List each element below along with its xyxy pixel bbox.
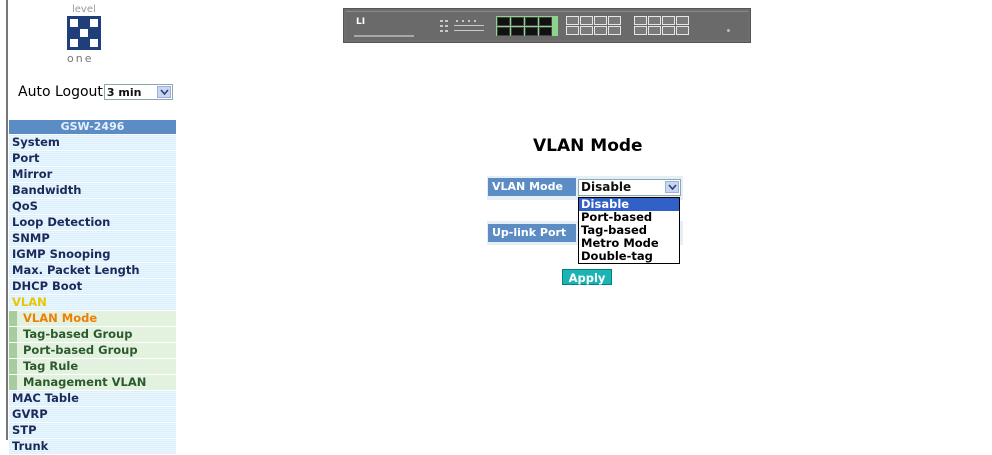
port-icon (497, 27, 510, 36)
port-icon (539, 17, 552, 26)
port-icon (580, 16, 593, 25)
port-icon (566, 16, 579, 25)
page-title: VLAN Mode (533, 136, 643, 156)
submenu-bar (9, 311, 17, 326)
menu-item-dhcp-boot[interactable]: DHCP Boot (9, 279, 176, 295)
logo-top-text: level (72, 4, 96, 15)
left-frame: level one Auto Logout 3 min GSW-2496 Sys… (0, 0, 200, 455)
menu-item-trunk[interactable]: Trunk (9, 439, 176, 455)
port-icon (580, 26, 593, 35)
menu-item-mirror[interactable]: Mirror (9, 167, 176, 183)
port-icon (594, 26, 607, 35)
chevron-down-icon[interactable] (665, 181, 679, 193)
device-model-strip (354, 35, 414, 37)
submenu-item-tag-based-group[interactable]: Tag-based Group (9, 327, 176, 343)
submenu-item-label: Tag Rule (23, 359, 79, 373)
submenu-item-vlan-mode[interactable]: VLAN Mode (9, 311, 176, 327)
nav-menu: GSW-2496 System Port Mirror Bandwidth Qo… (9, 120, 176, 455)
chevron-down-icon[interactable] (156, 86, 171, 98)
menu-header: GSW-2496 (9, 120, 176, 135)
auto-logout-label: Auto Logout (18, 84, 103, 100)
port-icon (634, 26, 647, 35)
frame-divider (6, 0, 8, 440)
submenu-bar (9, 343, 17, 358)
port-group-1 (496, 16, 558, 36)
submenu-item-label: Management VLAN (23, 375, 147, 389)
menu-item-vlan[interactable]: VLAN (9, 295, 176, 311)
auto-logout-value: 3 min (106, 86, 142, 99)
menu-item-max-packet-length[interactable]: Max. Packet Length (9, 263, 176, 279)
auto-logout: Auto Logout 3 min (18, 82, 173, 102)
vlan-mode-select[interactable]: Disable (578, 179, 681, 196)
option-double-tag[interactable]: Double-tag (579, 250, 679, 263)
port-icon (662, 26, 675, 35)
menu-item-gvrp[interactable]: GVRP (9, 407, 176, 423)
port-icon (525, 17, 538, 26)
levelone-logo: level one (60, 4, 120, 76)
port-icon (594, 16, 607, 25)
logo-bottom-text: one (67, 52, 94, 65)
port-icon (539, 27, 552, 36)
port-icon (648, 26, 661, 35)
led-indicators-icon (440, 20, 484, 32)
port-icon (525, 27, 538, 36)
port-icon (608, 26, 621, 35)
submenu-item-label: Port-based Group (23, 343, 138, 357)
menu-item-mac-table[interactable]: MAC Table (9, 391, 176, 407)
submenu-bar (9, 359, 17, 374)
vlan-mode-value: Disable (581, 180, 632, 194)
port-icon (511, 27, 524, 36)
submenu-bar (9, 327, 17, 342)
port-icon (662, 16, 675, 25)
submenu-bar (9, 375, 17, 390)
menu-item-bandwidth[interactable]: Bandwidth (9, 183, 176, 199)
menu-item-stp[interactable]: STP (9, 423, 176, 439)
menu-item-system[interactable]: System (9, 135, 176, 151)
menu-item-snmp[interactable]: SNMP (9, 231, 176, 247)
menu-item-loop-detection[interactable]: Loop Detection (9, 215, 176, 231)
port-group-3 (634, 16, 694, 36)
uplink-port-label: Up-link Port (488, 224, 576, 242)
port-icon (497, 17, 510, 26)
port-icon (511, 17, 524, 26)
port-icon (608, 16, 621, 25)
device-brand: LI (356, 17, 366, 27)
switch-front-panel: LI (343, 8, 751, 43)
menu-item-port[interactable]: Port (9, 151, 176, 167)
submenu-item-port-based-group[interactable]: Port-based Group (9, 343, 176, 359)
port-icon (676, 26, 689, 35)
auto-logout-select[interactable]: 3 min (103, 84, 173, 100)
power-led-icon (727, 29, 730, 32)
submenu-item-management-vlan[interactable]: Management VLAN (9, 375, 176, 391)
port-icon (634, 16, 647, 25)
submenu-item-tag-rule[interactable]: Tag Rule (9, 359, 176, 375)
vlan-mode-dropdown-list: Disable Port-based Tag-based Metro Mode … (578, 197, 680, 264)
port-group-2 (566, 16, 626, 36)
vlan-mode-label: VLAN Mode (488, 178, 576, 196)
port-icon (566, 26, 579, 35)
logo-grid-icon (67, 16, 101, 50)
submenu-item-label: VLAN Mode (23, 311, 98, 325)
apply-button[interactable]: Apply (562, 269, 612, 285)
menu-item-qos[interactable]: QoS (9, 199, 176, 215)
submenu-item-label: Tag-based Group (23, 327, 133, 341)
menu-item-igmp-snooping[interactable]: IGMP Snooping (9, 247, 176, 263)
port-icon (648, 16, 661, 25)
port-icon (676, 16, 689, 25)
port-groups (496, 16, 702, 36)
